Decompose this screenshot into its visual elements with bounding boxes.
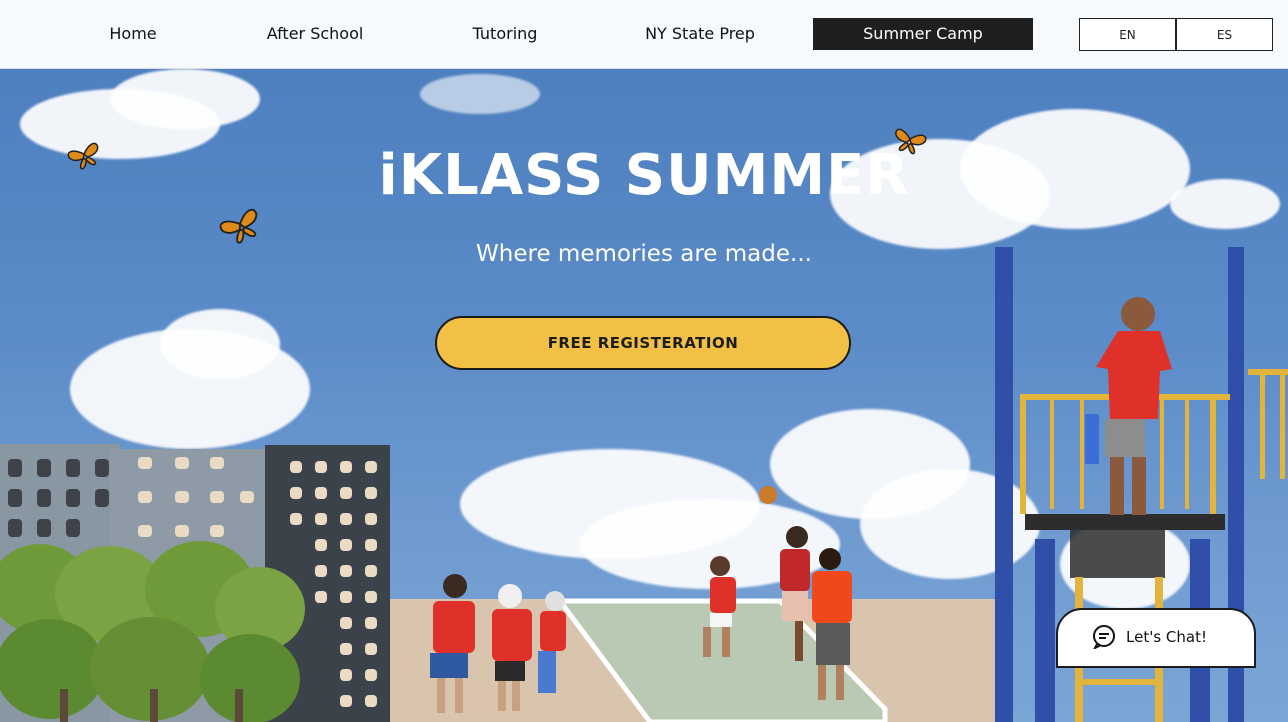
chat-widget-button[interactable]: Let's Chat! bbox=[1056, 608, 1256, 668]
trees bbox=[0, 541, 305, 722]
free-registration-button[interactable]: FREE REGISTERATION bbox=[435, 316, 851, 370]
hero-subtitle: Where memories are made... bbox=[476, 241, 812, 267]
hero-title: iKLASS SUMMER bbox=[378, 143, 910, 208]
boy-figure bbox=[1085, 297, 1172, 515]
lang-es-button[interactable]: ES bbox=[1176, 18, 1273, 51]
nav-summer-camp[interactable]: Summer Camp bbox=[813, 18, 1033, 50]
site-header: Home After School Tutoring NY State Prep… bbox=[0, 0, 1288, 69]
nav-home[interactable]: Home bbox=[84, 18, 182, 50]
lang-en-button[interactable]: EN bbox=[1079, 18, 1176, 51]
chat-label: Let's Chat! bbox=[1126, 628, 1207, 646]
nav-tutoring[interactable]: Tutoring bbox=[455, 18, 555, 50]
nav-after-school[interactable]: After School bbox=[250, 18, 380, 50]
chat-bubble-icon bbox=[1093, 625, 1115, 649]
nav-ny-state-prep[interactable]: NY State Prep bbox=[630, 18, 770, 50]
